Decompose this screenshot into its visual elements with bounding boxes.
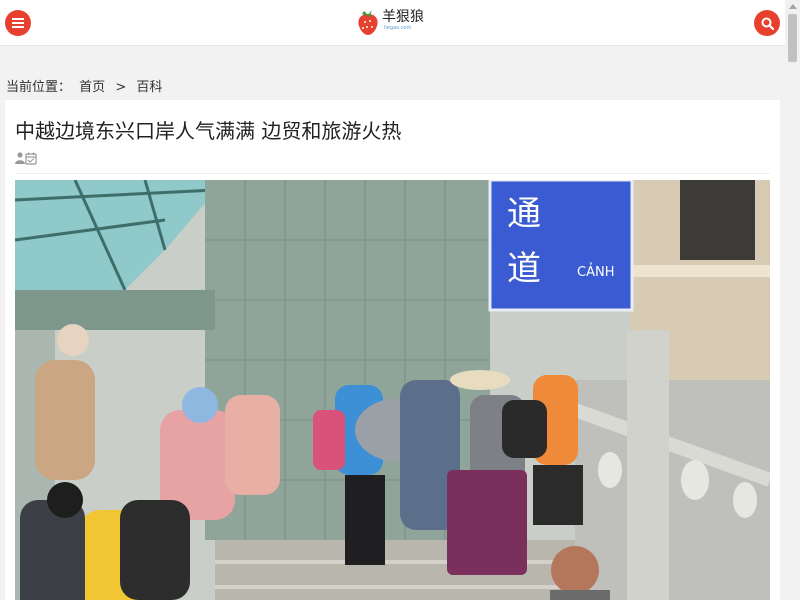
- article-title: 中越边境东兴口岸人气满满 边贸和旅游火热: [15, 119, 402, 143]
- hamburger-menu-icon: [12, 18, 24, 28]
- vertical-scrollbar[interactable]: [785, 0, 800, 600]
- scroll-up-arrow-icon[interactable]: [789, 4, 797, 9]
- author-date-icon: [15, 152, 37, 165]
- scrollbar-thumb[interactable]: [788, 14, 797, 62]
- sign-latin-text: CẢNH: [577, 263, 614, 280]
- breadcrumb-separator: >: [115, 80, 127, 95]
- meta-divider: [15, 173, 770, 174]
- article-card: 中越边境东兴口岸人气满满 边贸和旅游火热 通 道 CẢNH: [5, 100, 780, 600]
- search-icon: [761, 17, 774, 30]
- breadcrumb-item-home[interactable]: 首页: [79, 80, 105, 95]
- article-photo: 通 道 CẢNH: [15, 180, 770, 600]
- search-button[interactable]: [754, 10, 780, 36]
- logo-subtext: liegao.com: [384, 25, 412, 31]
- top-navigation-bar: 羊狠狼 liegao.com: [0, 0, 785, 46]
- breadcrumb: 当前位置： 首页 > 百科: [6, 76, 162, 95]
- menu-button[interactable]: [5, 10, 31, 36]
- breadcrumb-item-encyclopedia[interactable]: 百科: [136, 80, 162, 95]
- sign-character-1: 通: [507, 194, 541, 234]
- breadcrumb-prefix: 当前位置：: [6, 80, 72, 95]
- strawberry-logo-icon: [358, 10, 378, 35]
- border-crossing-photo: 通 道 CẢNH: [15, 180, 770, 600]
- logo-text: 羊狠狼: [382, 9, 424, 25]
- sign-character-2: 道: [507, 249, 541, 289]
- site-logo[interactable]: 羊狠狼 liegao.com: [356, 5, 432, 39]
